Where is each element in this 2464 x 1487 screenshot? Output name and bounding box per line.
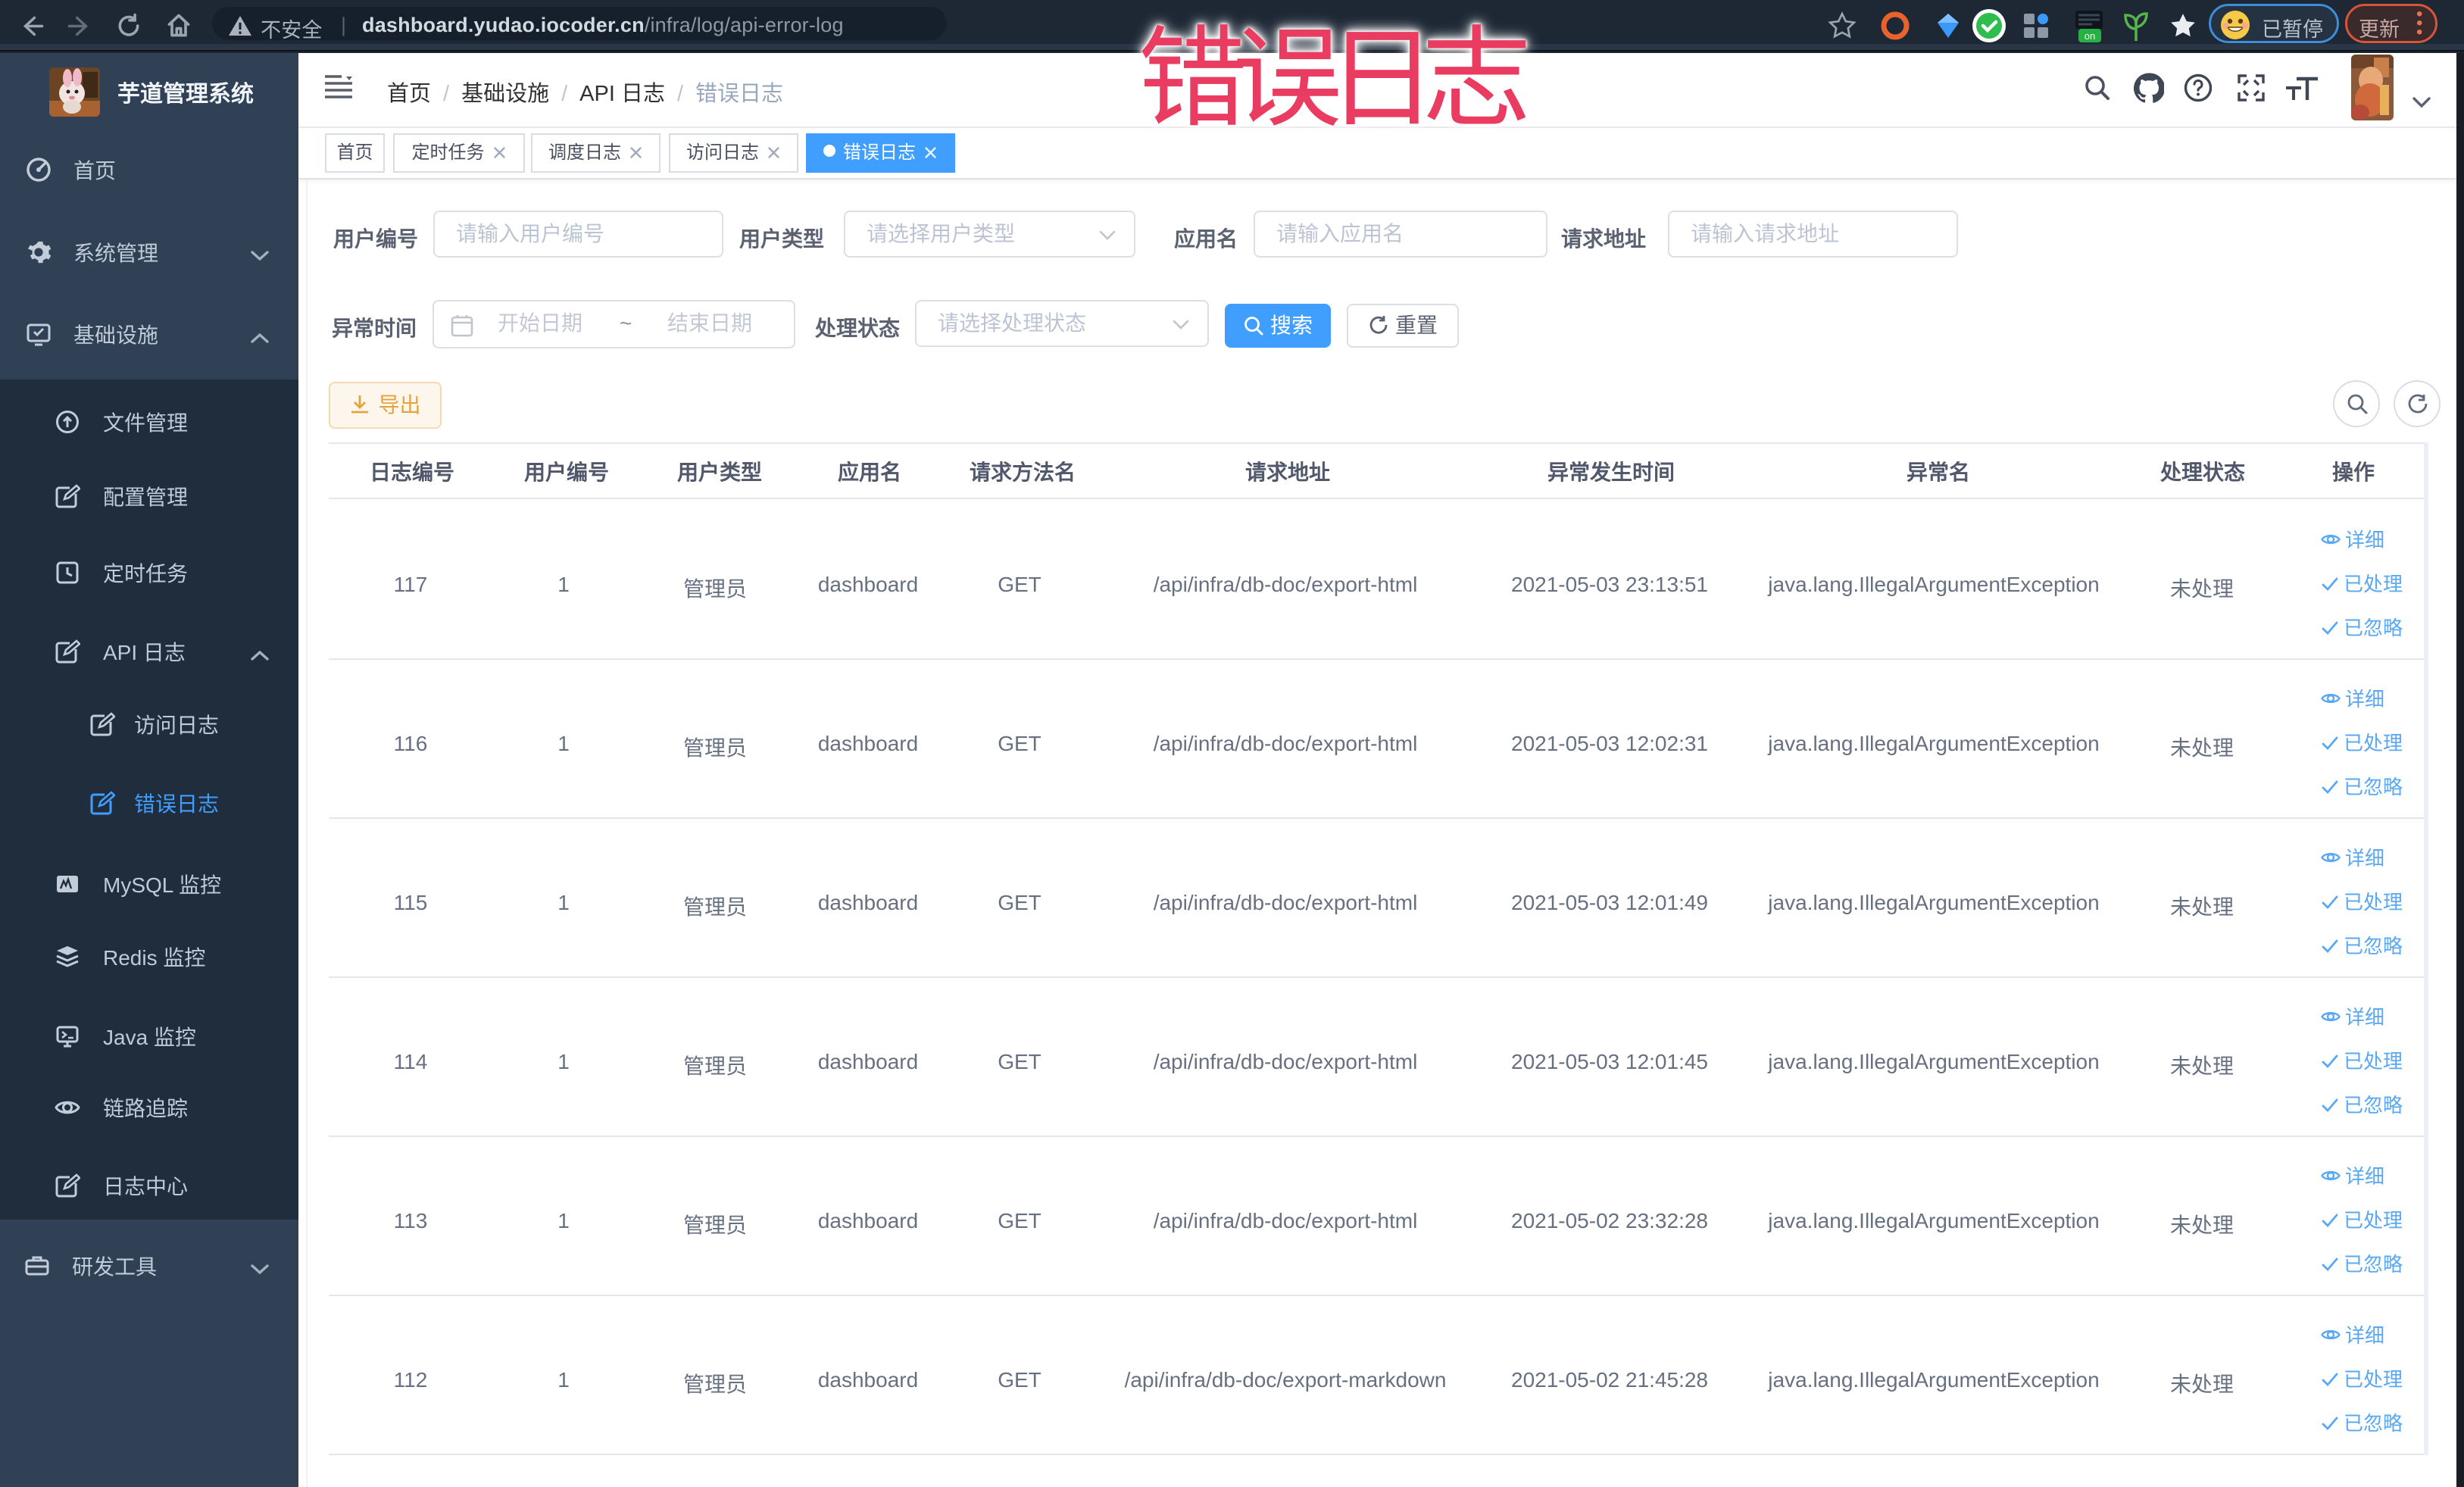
svg-text:on: on [2085, 30, 2095, 42]
